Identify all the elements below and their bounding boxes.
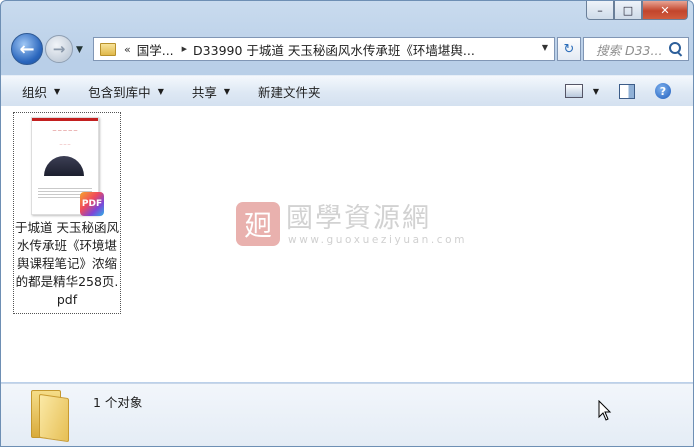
chevron-down-icon: ▼: [157, 86, 164, 96]
toolbar-right: ▼ ?: [564, 76, 693, 106]
watermark-url: www.guoxueziyuan.com: [288, 234, 468, 246]
thumbnail-fan-image: [44, 156, 84, 176]
details-pane: 1 个对象: [1, 383, 693, 446]
thumbnail-subtitle: — — —: [59, 142, 71, 146]
address-dropdown-icon[interactable]: ▼: [542, 43, 548, 52]
folder-icon: [100, 42, 116, 56]
new-folder-label: 新建文件夹: [258, 84, 321, 100]
minimize-button[interactable]: –: [586, 1, 614, 20]
command-bar: 组织 ▼ 包含到库中 ▼ 共享 ▼ 新建文件夹 ▼ ?: [1, 75, 693, 107]
breadcrumb-segment[interactable]: 国学...: [137, 40, 174, 59]
mouse-cursor-icon: [598, 400, 612, 421]
file-name-label[interactable]: 于城道 天玉秘函风水传承班《环境堪舆课程笔记》浓缩的都是精华258页.pdf: [15, 219, 119, 309]
new-folder-button[interactable]: 新建文件夹: [251, 82, 328, 101]
search-input[interactable]: 搜索 D33...: [596, 40, 668, 59]
breadcrumb-arrow-icon[interactable]: ▶: [182, 45, 187, 53]
preview-pane-icon[interactable]: [619, 83, 635, 99]
organize-label: 组织: [22, 84, 48, 100]
forward-button[interactable]: →: [45, 35, 73, 63]
search-icon[interactable]: [668, 41, 684, 57]
thumbnail-title: — — — — —: [52, 128, 78, 133]
breadcrumb-segment[interactable]: D33990 于城道 天玉秘函风水传承班《环墙堪舆...: [193, 40, 475, 59]
file-list-area[interactable]: — — — — — — — — PDF 于城道 天玉秘函风水传承班《环境堪舆课程…: [1, 106, 693, 382]
chevron-down-icon: ▼: [54, 86, 61, 96]
help-icon[interactable]: ?: [655, 83, 671, 99]
caption-buttons: – □ ✕: [586, 1, 688, 20]
folder-icon-front: [39, 393, 69, 443]
close-button[interactable]: ✕: [642, 1, 688, 20]
file-item[interactable]: — — — — — — — — PDF 于城道 天玉秘函风水传承班《环境堪舆课程…: [13, 112, 121, 314]
change-view-icon[interactable]: [564, 84, 583, 98]
watermark: 㢠 國學資源網 www.guoxueziyuan.com: [236, 196, 496, 256]
back-button[interactable]: ←: [11, 33, 43, 65]
include-in-library-menu[interactable]: 包含到库中 ▼: [81, 82, 171, 101]
view-options-dropdown-icon[interactable]: ▼: [593, 87, 599, 96]
folder-icon: [31, 390, 69, 443]
pdf-icon: PDF: [80, 192, 104, 216]
refresh-button[interactable]: ↻: [557, 37, 581, 61]
watermark-brand-text: 國學資源網: [286, 203, 431, 234]
thumbnail-header-band: [32, 118, 98, 121]
item-count-status: 1 个对象: [93, 395, 143, 410]
share-menu[interactable]: 共享 ▼: [185, 82, 237, 101]
include-in-library-label: 包含到库中: [88, 84, 151, 100]
watermark-seal-logo: 㢠: [236, 202, 280, 246]
explorer-window: – □ ✕ ← → ▼ « 国学... ▶ D33990 于城道 天玉秘函风水传…: [0, 0, 694, 447]
search-box[interactable]: 搜索 D33...: [583, 37, 689, 61]
address-bar[interactable]: « 国学... ▶ D33990 于城道 天玉秘函风水传承班《环墙堪舆... ▼: [93, 37, 555, 61]
share-label: 共享: [191, 84, 217, 100]
organize-menu[interactable]: 组织 ▼: [15, 82, 67, 101]
maximize-button[interactable]: □: [614, 1, 642, 20]
navigation-bar: ← → ▼ « 国学... ▶ D33990 于城道 天玉秘函风水传承班《环墙堪…: [9, 31, 689, 67]
chevron-down-icon: ▼: [223, 86, 231, 96]
history-dropdown[interactable]: ▼: [76, 45, 83, 55]
address-overflow-chevron[interactable]: «: [124, 43, 131, 56]
